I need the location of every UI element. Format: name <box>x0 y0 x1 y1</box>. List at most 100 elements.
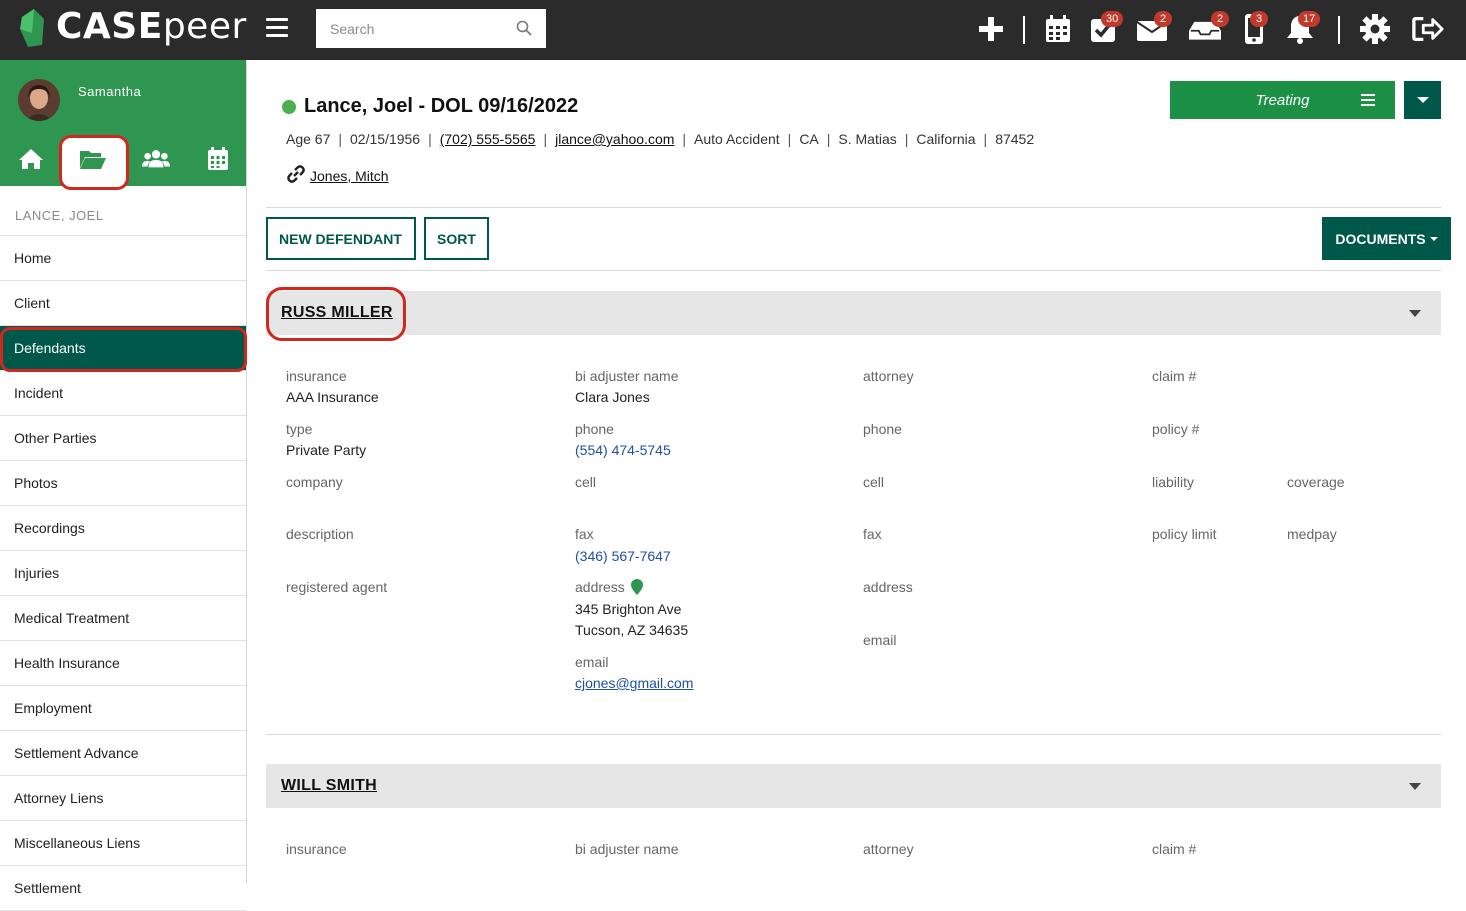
adjuster-email-link[interactable]: cjones@gmail.com <box>575 675 693 691</box>
toolbar-divider <box>1023 16 1025 44</box>
field-label: attorney <box>863 841 914 857</box>
logo-leaf-icon <box>18 7 48 47</box>
field-label: bi adjuster name <box>575 368 679 384</box>
sidebar-item-defendants[interactable]: Defendants <box>0 326 246 371</box>
field-label: address <box>575 579 625 595</box>
field-label: bi adjuster name <box>575 841 679 857</box>
users-icon[interactable] <box>142 146 170 172</box>
status-dropdown-toggle[interactable] <box>1404 81 1441 119</box>
field-label: email <box>575 654 609 670</box>
sidebar-item-photos[interactable]: Photos <box>0 461 246 506</box>
link-icon <box>286 164 306 187</box>
field-label: phone <box>863 421 902 437</box>
avatar[interactable] <box>18 79 60 121</box>
field-label: claim # <box>1152 841 1197 857</box>
notifications-badge: 17 <box>1298 11 1321 27</box>
zip-code: 87452 <box>995 131 1035 147</box>
main-menu-icon[interactable] <box>266 18 288 38</box>
status-dot <box>282 99 296 114</box>
divider <box>266 270 1441 271</box>
sidebar-item-employment[interactable]: Employment <box>0 686 246 731</box>
documents-dropdown-button[interactable]: DOCUMENTS <box>1322 217 1451 260</box>
field-label: type <box>286 421 313 437</box>
sidebar-item-recordings[interactable]: Recordings <box>0 506 246 551</box>
adjuster-phone-link[interactable]: (554) 474-5745 <box>575 442 671 458</box>
sidebar-item-home[interactable]: Home <box>0 236 246 281</box>
sidebar-item-settlement[interactable]: Settlement <box>0 866 246 911</box>
menu-lines-icon <box>1361 94 1375 109</box>
sidebar-item-miscellaneous-liens[interactable]: Miscellaneous Liens <box>0 821 246 866</box>
sidebar-item-settlement-advance[interactable]: Settlement Advance <box>0 731 246 776</box>
adjuster-address-line1: 345 Brighton Ave <box>575 601 682 617</box>
casepeer-logo[interactable]: CASEpeer <box>18 6 247 47</box>
sidebar-item-attorney-liens[interactable]: Attorney Liens <box>0 776 246 821</box>
gear-icon[interactable] <box>1359 12 1391 46</box>
linked-contact: Jones, Mitch <box>286 164 389 187</box>
sidebar-item-injuries[interactable]: Injuries <box>0 551 246 596</box>
toolbar-divider <box>1338 16 1340 44</box>
caret-down-icon[interactable] <box>1409 310 1421 317</box>
search-box <box>316 9 546 48</box>
defendant-header[interactable]: RUSS MILLER <box>266 291 1441 335</box>
highlight-annotation <box>266 287 406 341</box>
search-input[interactable] <box>316 20 506 37</box>
user-name: Samantha <box>78 84 142 99</box>
adjuster-name-value: Clara Jones <box>575 389 650 405</box>
sort-button[interactable]: SORT <box>424 217 489 260</box>
defendant-header[interactable]: WILL SMITH <box>266 764 1441 808</box>
defendant-name[interactable]: WILL SMITH <box>281 777 377 795</box>
field-label: address <box>863 579 913 595</box>
case-header: Lance, Joel - DOL 09/16/2022 <box>282 95 578 118</box>
new-defendant-button[interactable]: NEW DEFENDANT <box>266 217 416 260</box>
state-abbr: CA <box>799 131 819 147</box>
calendar-icon[interactable] <box>204 146 232 172</box>
search-icon[interactable] <box>516 20 532 41</box>
logout-icon[interactable] <box>1412 12 1444 46</box>
linked-contact-link[interactable]: Jones, Mitch <box>310 168 389 184</box>
logo-text-lower: peer <box>162 6 247 47</box>
home-icon[interactable] <box>17 146 45 172</box>
field-label: cell <box>863 474 885 490</box>
client-dob: 02/15/1956 <box>350 131 421 147</box>
field-label: fax <box>575 526 594 542</box>
field-label: claim # <box>1152 368 1197 384</box>
type-value: Private Party <box>286 442 367 458</box>
sidebar-user-panel: Samantha <box>0 60 246 190</box>
field-label: insurance <box>286 841 347 857</box>
tasks-icon[interactable]: 30 <box>1087 11 1124 46</box>
sidebar-item-client[interactable]: Client <box>0 281 246 326</box>
sidebar-item-other-parties[interactable]: Other Parties <box>0 416 246 461</box>
sidebar-item-health-insurance[interactable]: Health Insurance <box>0 641 246 686</box>
case-status-button[interactable]: Treating <box>1170 81 1395 119</box>
field-label: medpay <box>1287 526 1337 542</box>
field-label: email <box>863 632 897 648</box>
sidebar-item-incident[interactable]: Incident <box>0 371 246 416</box>
field-label: description <box>286 526 354 542</box>
bell-icon[interactable]: 17 <box>1284 11 1321 46</box>
case-info-line: Age 67 | 02/15/1956 | (702) 555-5565 | jlance@… <box>286 131 1035 147</box>
client-phone-link[interactable]: (702) 555-5565 <box>440 131 536 147</box>
documents-label: DOCUMENTS <box>1335 230 1426 247</box>
inbox-badge: 2 <box>1211 11 1229 27</box>
case-type: Auto Accident <box>694 131 780 147</box>
case-name-label: LANCE, JOEL <box>0 186 246 236</box>
field-label: policy limit <box>1152 526 1217 542</box>
client-email-link[interactable]: jlance@yahoo.com <box>555 131 674 147</box>
mail-badge: 2 <box>1154 11 1172 27</box>
map-pin-icon[interactable] <box>631 579 643 600</box>
sidebar-item-medical-treatment[interactable]: Medical Treatment <box>0 596 246 641</box>
adjuster-fax-link[interactable]: (346) 567-7647 <box>575 548 671 564</box>
folder-open-icon[interactable] <box>79 146 107 172</box>
field-label: policy # <box>1152 421 1200 437</box>
top-bar: CASEpeer 30 2 2 3 17 <box>0 0 1466 60</box>
mobile-phone-icon[interactable]: 3 <box>1238 11 1270 46</box>
add-icon[interactable] <box>975 12 1007 46</box>
field-label: attorney <box>863 368 914 384</box>
inbox-icon[interactable]: 2 <box>1189 11 1229 46</box>
state: California <box>916 131 976 147</box>
mail-icon[interactable]: 2 <box>1136 11 1172 46</box>
calendar-icon[interactable] <box>1042 12 1074 46</box>
tasks-badge: 30 <box>1101 11 1124 27</box>
caret-down-icon[interactable] <box>1409 783 1421 790</box>
field-label: liability <box>1152 474 1195 490</box>
